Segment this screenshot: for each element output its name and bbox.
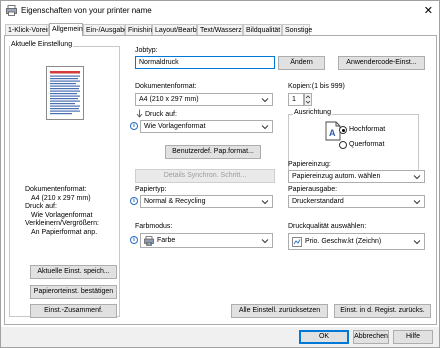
papertype-label: Papiertyp: [135,186,167,193]
printon-value: Wie Vorlagenformat [144,123,206,130]
chevron-down-icon [261,239,269,244]
summary-line: Verkleinern/Vergrößern: [25,220,99,227]
current-setting-title: Aktuelle Einstellung [10,41,74,48]
paperoutput-select[interactable]: Druckerstandard [288,195,425,208]
docformat-label: Dokumentenformat: [135,83,197,90]
printon-select[interactable]: Wie Vorlagenformat [140,120,273,133]
settings-summary: Dokumentenformat: A4 (210 x 297 mm) Druc… [25,186,99,237]
chevron-down-icon [261,98,269,103]
reset-to-registry-button[interactable]: Einst. in d. Regist. zurücks. [334,304,431,318]
help-button[interactable]: Hilfe [393,330,433,344]
chevron-down-icon [413,200,421,205]
colormode-label: Farbmodus: [135,223,173,230]
arrow-down-icon [136,109,143,118]
summary-line: An Papierformat anp. [31,228,98,236]
cancel-button[interactable]: Abbrechen [353,330,389,344]
docformat-value: A4 (210 x 297 mm) [139,96,199,103]
general-panel: Aktuelle Einstellung Dokumentenformat: A… [4,35,437,325]
chevron-down-icon [413,240,421,245]
papertray-value: Papiereinzug autom. wählen [292,173,381,180]
copies-value: 1 [292,96,296,103]
usercode-settings-button[interactable]: Anwendercode-Einst... [338,56,425,70]
portrait-radio[interactable] [339,126,347,134]
copies-stepper[interactable]: 1 [288,93,304,106]
custom-paper-button[interactable]: Benutzerdef. Pap.format... [165,145,261,159]
colormode-select[interactable]: Farbe [140,233,273,248]
printer-icon [6,5,17,16]
confirm-paper-button[interactable]: Papierorteinst. bestätigen [30,285,117,299]
properties-dialog: Eigenschaften von your printer name ✕ 1-… [0,0,440,348]
svg-text:A: A [329,128,336,138]
change-button[interactable]: Ändern [278,56,325,70]
chevron-down-icon [261,200,269,205]
papertype-value: Normal & Recycling [144,198,206,205]
dialog-footer: OK Abbrechen Hilfe [1,327,439,347]
color-printer-icon [144,236,154,246]
jobtype-field[interactable]: Normaldruck [135,56,275,69]
summary-line: A4 (210 x 297 mm) [31,194,91,202]
papertray-select[interactable]: Papiereinzug autom. wählen [288,170,425,183]
paperoutput-label: Papierausgabe: [288,186,338,193]
title-bar: Eigenschaften von your printer name ✕ [1,1,439,21]
landscape-radio[interactable] [339,141,347,149]
window-title: Eigenschaften von your printer name [21,6,152,15]
tab-general[interactable]: Allgemein [49,23,83,36]
copies-label: Kopien:(1 bis 999) [288,83,345,90]
quality-value: Prio. Geschw.kt (Zeichn) [305,238,382,245]
summary-button[interactable]: Einst.-Zusammenf. [30,304,117,318]
quality-icon [292,237,302,247]
summary-line: Wie Vorlagenformat [31,211,93,219]
printon-label: Druck auf: [145,111,177,118]
sync-details-button: Details Synchron. Schritt... [135,169,275,183]
chevron-down-icon [413,175,421,180]
landscape-label: Querformat [349,141,385,148]
save-current-button[interactable]: Aktuelle Einst. speich... [30,265,117,279]
summary-line: Dokumentenformat: [25,186,87,193]
papertype-select[interactable]: Normal & Recycling [140,195,273,208]
docformat-select[interactable]: A4 (210 x 297 mm) [135,93,273,106]
chevron-down-icon [261,125,269,130]
close-icon[interactable]: ✕ [424,4,433,17]
portrait-label: Hochformat [349,126,386,133]
jobtype-label: Jobtyp: [135,47,158,54]
ok-button[interactable]: OK [299,330,349,344]
info-icon[interactable]: i [130,122,138,130]
summary-line: Druck auf: [25,203,57,210]
quality-select[interactable]: Prio. Geschw.kt (Zeichn) [288,233,425,250]
spinner-icon[interactable] [304,93,312,106]
info-icon[interactable]: i [130,236,138,244]
orientation-title: Ausrichtung [293,109,332,116]
page-preview-icon [46,66,84,120]
paperoutput-value: Druckerstandard [292,198,344,205]
quality-label: Druckqualität auswählen: [288,223,367,230]
info-icon[interactable]: i [130,197,138,205]
papertray-label: Papiereinzug: [288,161,331,168]
reset-all-button[interactable]: Alle Einstell. zurücksetzen [231,304,328,318]
